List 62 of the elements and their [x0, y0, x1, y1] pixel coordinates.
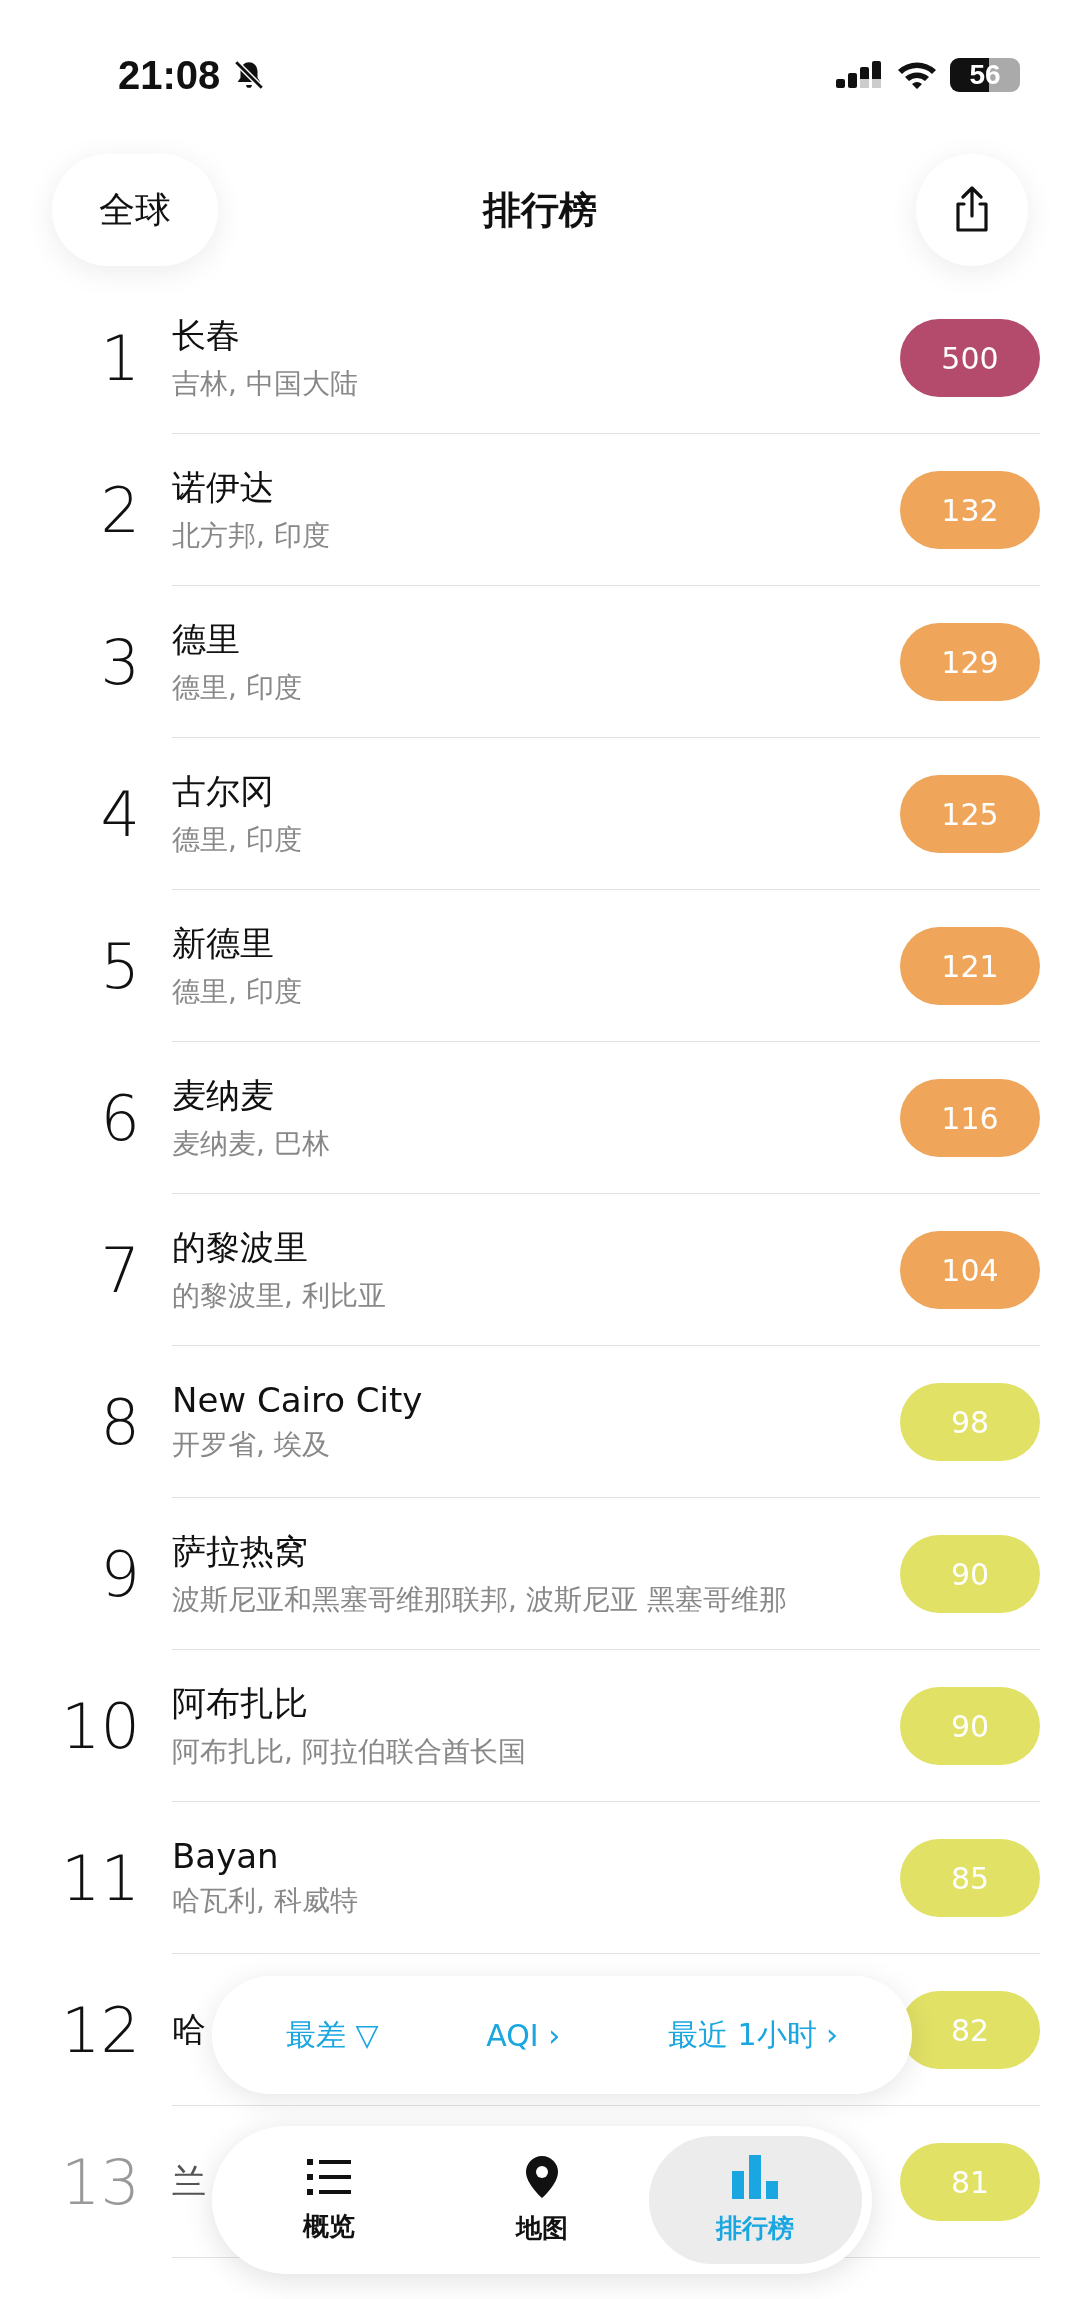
city-name: 诺伊达 — [172, 466, 274, 509]
bar-chart-icon — [732, 2154, 779, 2199]
rank-number: 8 — [99, 1385, 140, 1459]
city-region: 的黎波里, 利比亚 — [172, 1278, 386, 1314]
rank-number: 3 — [99, 625, 140, 699]
aqi-badge: 125 — [900, 775, 1040, 853]
city-name: 的黎波里 — [172, 1226, 308, 1269]
filter-button[interactable]: AQI › — [480, 2016, 567, 2054]
city-name: 阿布扎比 — [172, 1682, 308, 1725]
city-name: 哈 — [172, 2008, 206, 2051]
region-button[interactable]: 全球 — [52, 154, 218, 266]
city-region: 北方邦, 印度 — [172, 518, 330, 554]
rank-number: 1 — [99, 321, 140, 395]
city-name: Bayan — [172, 1836, 279, 1876]
aqi-badge: 116 — [900, 1079, 1040, 1157]
status-time: 21:08 — [118, 52, 221, 98]
city-name: 长春 — [172, 314, 240, 357]
rank-number: 4 — [99, 777, 140, 851]
aqi-badge: 90 — [900, 1535, 1040, 1613]
rank-number: 12 — [60, 1993, 140, 2067]
city-region: 哈瓦利, 科威特 — [172, 1883, 358, 1919]
list-icon — [304, 2156, 353, 2197]
city-region: 德里, 印度 — [172, 822, 302, 858]
filter-button[interactable]: 最近 1小时 › — [661, 2013, 845, 2057]
rank-number: 13 — [60, 2145, 140, 2219]
filter-button[interactable]: 最差 ▽ — [279, 2013, 385, 2057]
city-region: 开罗省, 埃及 — [172, 1427, 330, 1463]
rank-number: 11 — [60, 1841, 140, 1915]
page-title: 排行榜 — [481, 186, 598, 234]
aqi-badge: 121 — [900, 927, 1040, 1005]
aqi-badge: 90 — [900, 1687, 1040, 1765]
city-region: 德里, 印度 — [172, 670, 302, 706]
city-name: 麦纳麦 — [172, 1074, 274, 1117]
map-pin-icon — [525, 2154, 559, 2199]
aqi-badge: 500 — [900, 319, 1040, 397]
aqi-badge: 132 — [900, 471, 1040, 549]
rank-number: 7 — [99, 1233, 140, 1307]
city-region: 德里, 印度 — [172, 974, 302, 1010]
tab[interactable]: 地图 — [435, 2136, 649, 2264]
city-name: 兰 — [172, 2160, 206, 2203]
aqi-badge: 85 — [900, 1839, 1040, 1917]
city-name: 新德里 — [172, 922, 274, 965]
aqi-badge: 129 — [900, 623, 1040, 701]
city-name: New Cairo City — [172, 1380, 423, 1420]
rank-number: 10 — [60, 1689, 140, 1763]
aqi-badge: 104 — [900, 1231, 1040, 1309]
aqi-badge: 81 — [900, 2143, 1040, 2221]
aqi-badge: 98 — [900, 1383, 1040, 1461]
city-name: 德里 — [172, 618, 240, 661]
rank-number: 9 — [99, 1537, 140, 1611]
rank-number: 6 — [99, 1081, 140, 1155]
city-region: 阿布扎比, 阿拉伯联合酋长国 — [172, 1734, 526, 1770]
city-region: 吉林, 中国大陆 — [172, 366, 358, 402]
tab[interactable]: 概览 — [222, 2136, 436, 2264]
city-region: 波斯尼亚和黑塞哥维那联邦, 波斯尼亚 黑塞哥维那 — [172, 1582, 787, 1618]
tab[interactable]: 排行榜 — [648, 2136, 862, 2264]
signal-icon — [836, 59, 884, 91]
rank-number: 5 — [99, 929, 140, 1003]
rank-number: 2 — [99, 473, 140, 547]
city-name: 萨拉热窝 — [172, 1530, 308, 1573]
city-region: 麦纳麦, 巴林 — [172, 1126, 330, 1162]
city-name: 古尔冈 — [172, 770, 274, 813]
